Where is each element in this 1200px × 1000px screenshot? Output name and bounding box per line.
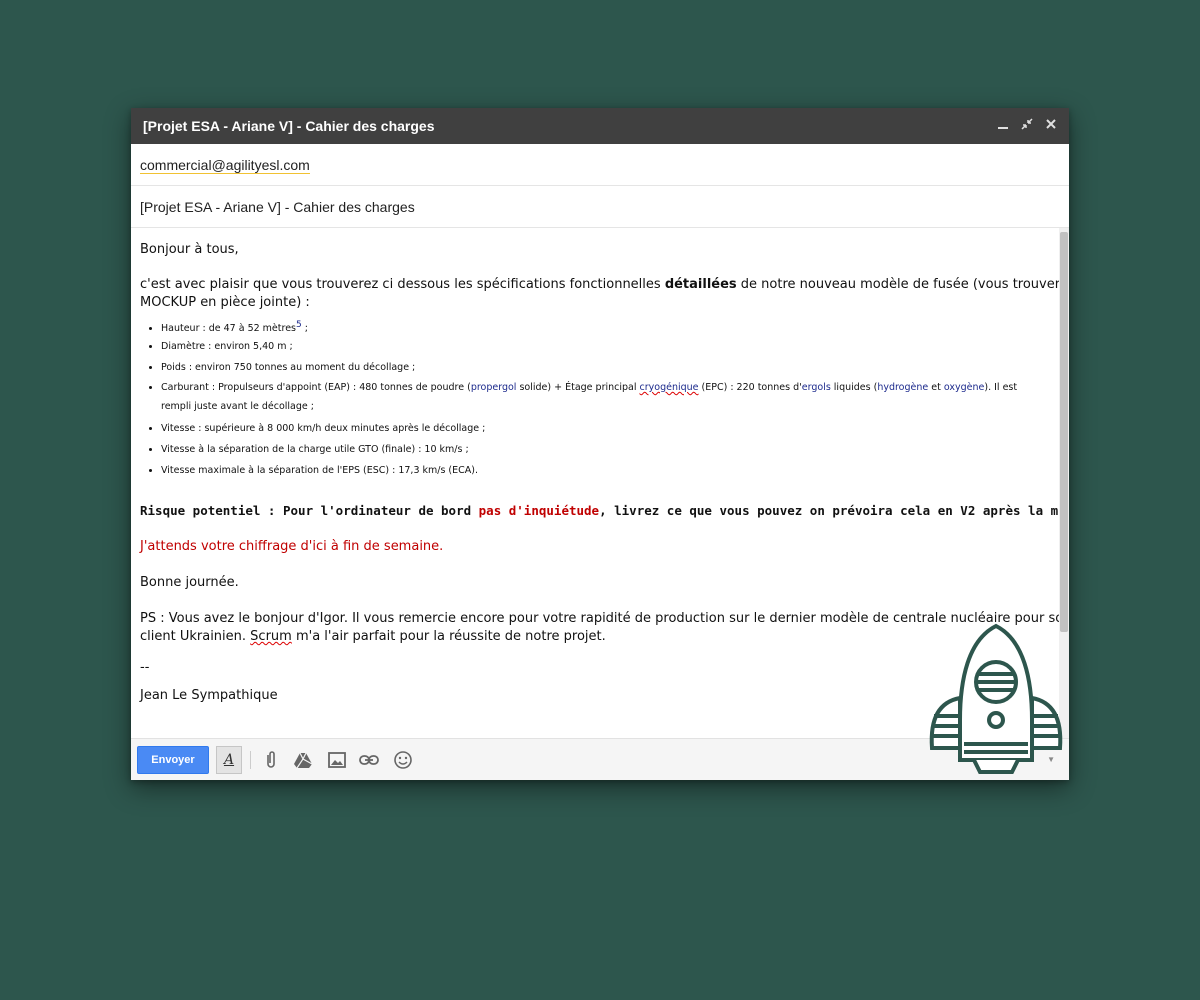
window-controls (995, 117, 1059, 133)
formatting-toggle-button[interactable]: A (216, 746, 242, 774)
minimize-icon[interactable] (995, 117, 1011, 133)
intro-line-1: c'est avec plaisir que vous trouverez ci… (140, 277, 1059, 292)
risk-line: Risque potentiel : Pour l'ordinateur de … (140, 503, 1059, 518)
hauteur-text: Hauteur : de 47 à 52 mètres (161, 323, 296, 335)
link-cryogenique[interactable]: cryogénique (640, 382, 699, 393)
list-item: Diamètre : environ 5,40 m ; (161, 336, 1021, 357)
risk-text: Risque potentiel : Pour l'ordinateur de … (140, 503, 479, 518)
signature-dash: -- (140, 660, 150, 675)
intro-text-2: de notre nouveau modèle de fusée (vous t… (736, 277, 1059, 292)
intro-line-2: MOCKUP en pièce jointe) : (140, 295, 310, 310)
list-item: Vitesse maximale à la séparation de l'EP… (161, 460, 1021, 481)
carb-text: liquides ( (830, 382, 878, 393)
drive-icon[interactable] (293, 750, 313, 770)
spec-list: Hauteur : de 47 à 52 mètres5 ; Diamètre … (145, 315, 1021, 481)
list-item: Poids : environ 750 tonnes au moment du … (161, 357, 1021, 378)
recipient-email[interactable]: commercial@agilityesl.com (140, 157, 310, 174)
close-icon[interactable] (1043, 117, 1059, 133)
risk-red-text: pas d'inquiétude (478, 503, 600, 518)
list-item: Vitesse : supérieure à 8 000 km/h deux m… (161, 418, 1021, 439)
chiffrage-line: J'attends votre chiffrage d'ici à fin de… (140, 539, 444, 554)
compose-titlebar[interactable]: [Projet ESA - Ariane V] - Cahier des cha… (131, 108, 1069, 144)
carb-text: solide) + Étage principal (516, 382, 640, 393)
closing-line: Bonne journée. (140, 575, 239, 590)
recipients-field[interactable]: commercial@agilityesl.com (131, 144, 1069, 186)
risk-text-2: , livrez ce que vous pouvez on prévoira … (599, 503, 1059, 518)
greeting: Bonjour à tous, (140, 242, 239, 257)
list-item: Carburant : Propulseurs d'appoint (EAP) … (161, 378, 1021, 418)
carb-text: Carburant : Propulseurs d'appoint (EAP) … (161, 382, 471, 393)
list-item: Vitesse à la séparation de la charge uti… (161, 439, 1021, 460)
link-hydrogene[interactable]: hydrogène (877, 382, 928, 393)
ps-text: client Ukrainien. (140, 629, 251, 644)
carb-text: et (928, 382, 944, 393)
popout-icon[interactable] (1019, 117, 1035, 133)
photo-icon[interactable] (327, 750, 347, 770)
ps-text-2: m'a l'air parfait pour la réussite de no… (291, 629, 606, 644)
link-ergols[interactable]: ergols (802, 382, 831, 393)
message-body[interactable]: Bonjour à tous, c'est avec plaisir que v… (131, 228, 1059, 738)
intro-bold: détaillées (664, 277, 737, 292)
compose-title: [Projet ESA - Ariane V] - Cahier des cha… (143, 118, 435, 134)
link-propergol[interactable]: propergol (471, 382, 517, 393)
link-oxygene[interactable]: oxygène (944, 382, 985, 393)
send-button[interactable]: Envoyer (137, 746, 209, 774)
signature-name: Jean Le Sympathique (140, 688, 278, 703)
emoji-icon[interactable] (393, 750, 413, 770)
divider (250, 751, 251, 769)
scroll-thumb[interactable] (1060, 232, 1068, 632)
link-icon[interactable] (359, 750, 379, 770)
ps-line-2: client Ukrainien. Scrum m'a l'air parfai… (140, 629, 606, 644)
rocket-icon (929, 623, 1063, 774)
ps-line-1: PS : Vous avez le bonjour d'Igor. Il vou… (140, 611, 1059, 626)
carb-text: (EPC) : 220 tonnes d' (698, 382, 802, 393)
subject-field[interactable]: [Projet ESA - Ariane V] - Cahier des cha… (131, 186, 1069, 228)
hauteur-end: ; (301, 323, 308, 335)
ps-scrum: Scrum (250, 629, 292, 644)
subject-text[interactable]: [Projet ESA - Ariane V] - Cahier des cha… (140, 199, 415, 215)
intro-text-1: c'est avec plaisir que vous trouverez ci… (140, 277, 665, 292)
paperclip-icon[interactable] (261, 750, 281, 770)
list-item: Hauteur : de 47 à 52 mètres5 ; (161, 315, 1021, 336)
